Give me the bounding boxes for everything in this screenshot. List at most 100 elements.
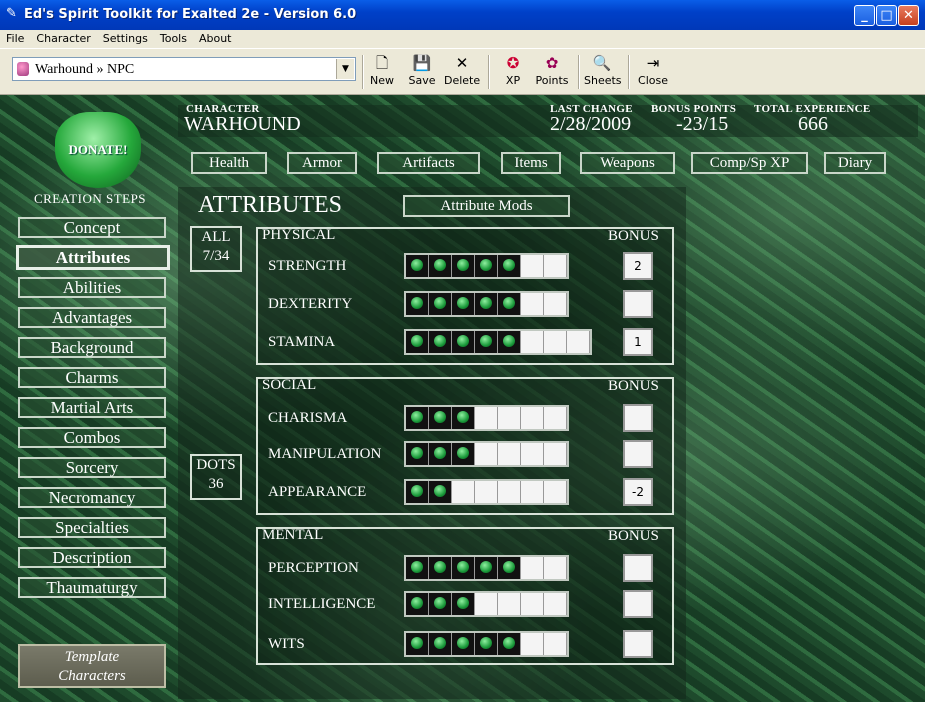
menu-about[interactable]: About (193, 30, 238, 45)
dot-filled[interactable] (452, 557, 475, 579)
dot-empty[interactable] (544, 593, 567, 615)
dot-empty[interactable] (544, 443, 567, 465)
donate-button[interactable]: DONATE! (55, 112, 141, 188)
step-advantages[interactable]: Advantages (18, 307, 166, 328)
dot-filled[interactable] (429, 443, 452, 465)
dot-filled[interactable] (452, 443, 475, 465)
maximize-button[interactable]: □ (876, 5, 897, 26)
step-concept[interactable]: Concept (18, 217, 166, 238)
dot-filled[interactable] (452, 407, 475, 429)
title-bar[interactable]: ✎ Ed's Spirit Toolkit for Exalted 2e - V… (0, 0, 925, 30)
close-window-button[interactable]: ✕ (898, 5, 919, 26)
bonus-field-wits[interactable] (623, 630, 653, 658)
save-button[interactable]: 💾 Save (408, 52, 436, 92)
dot-filled[interactable] (498, 633, 521, 655)
dot-empty[interactable] (544, 407, 567, 429)
dot-filled[interactable] (429, 331, 452, 353)
step-sorcery[interactable]: Sorcery (18, 457, 166, 478)
step-description[interactable]: Description (18, 547, 166, 568)
tab-items[interactable]: Items (501, 152, 561, 174)
dot-empty[interactable] (498, 593, 521, 615)
dot-empty[interactable] (521, 407, 544, 429)
dot-filled[interactable] (475, 255, 498, 277)
step-background[interactable]: Background (18, 337, 166, 358)
bonus-field-manipulation[interactable] (623, 440, 653, 468)
dot-filled[interactable] (452, 633, 475, 655)
step-necromancy[interactable]: Necromancy (18, 487, 166, 508)
dot-empty[interactable] (521, 255, 544, 277)
close-character-button[interactable]: ⇥ Close (638, 52, 668, 92)
dot-empty[interactable] (452, 481, 475, 503)
dot-filled[interactable] (475, 633, 498, 655)
dot-filled[interactable] (429, 633, 452, 655)
tab-comp-sp-xp[interactable]: Comp/Sp XP (691, 152, 808, 174)
dot-filled[interactable] (498, 293, 521, 315)
tab-armor[interactable]: Armor (287, 152, 357, 174)
bonus-field-strength[interactable]: 2 (623, 252, 653, 280)
bonus-field-appearance[interactable]: -2 (623, 478, 653, 506)
dot-filled[interactable] (429, 407, 452, 429)
dot-empty[interactable] (498, 407, 521, 429)
dot-filled[interactable] (429, 293, 452, 315)
tab-weapons[interactable]: Weapons (580, 152, 675, 174)
dot-empty[interactable] (475, 481, 498, 503)
dot-filled[interactable] (498, 255, 521, 277)
step-combos[interactable]: Combos (18, 427, 166, 448)
sheets-button[interactable]: 🔍 Sheets (584, 52, 622, 92)
dot-filled[interactable] (406, 557, 429, 579)
bonus-field-intelligence[interactable] (623, 590, 653, 618)
dot-empty[interactable] (498, 481, 521, 503)
dot-filled[interactable] (429, 557, 452, 579)
dot-filled[interactable] (452, 293, 475, 315)
dot-filled[interactable] (406, 593, 429, 615)
dot-empty[interactable] (498, 443, 521, 465)
dot-filled[interactable] (406, 331, 429, 353)
chevron-down-icon[interactable]: ▼ (336, 59, 354, 79)
dot-empty[interactable] (521, 633, 544, 655)
dot-filled[interactable] (406, 407, 429, 429)
minimize-button[interactable]: _ (854, 5, 875, 26)
template-characters-button[interactable]: Template Characters (18, 644, 166, 688)
step-martial-arts[interactable]: Martial Arts (18, 397, 166, 418)
step-attributes[interactable]: Attributes (16, 245, 170, 270)
dot-filled[interactable] (429, 481, 452, 503)
dot-filled[interactable] (406, 443, 429, 465)
bonus-field-stamina[interactable]: 1 (623, 328, 653, 356)
dot-empty[interactable] (521, 481, 544, 503)
dot-empty[interactable] (475, 443, 498, 465)
tab-diary[interactable]: Diary (824, 152, 886, 174)
dot-empty[interactable] (475, 593, 498, 615)
dot-empty[interactable] (544, 633, 567, 655)
dot-empty[interactable] (544, 557, 567, 579)
dot-empty[interactable] (521, 443, 544, 465)
bonus-field-dexterity[interactable] (623, 290, 653, 318)
dot-filled[interactable] (406, 255, 429, 277)
dot-empty[interactable] (544, 293, 567, 315)
dot-filled[interactable] (406, 633, 429, 655)
dot-filled[interactable] (475, 557, 498, 579)
step-charms[interactable]: Charms (18, 367, 166, 388)
menu-file[interactable]: File (0, 30, 30, 45)
dot-filled[interactable] (429, 593, 452, 615)
dot-empty[interactable] (521, 293, 544, 315)
dot-filled[interactable] (452, 255, 475, 277)
dot-empty[interactable] (521, 331, 544, 353)
bonus-field-charisma[interactable] (623, 404, 653, 432)
dot-filled[interactable] (475, 293, 498, 315)
dot-filled[interactable] (406, 481, 429, 503)
dot-empty[interactable] (544, 331, 567, 353)
menu-character[interactable]: Character (30, 30, 96, 45)
step-specialties[interactable]: Specialties (18, 517, 166, 538)
dot-filled[interactable] (498, 557, 521, 579)
new-button[interactable]: 🗋 New (370, 52, 394, 92)
step-abilities[interactable]: Abilities (18, 277, 166, 298)
attribute-mods-button[interactable]: Attribute Mods (403, 195, 570, 217)
bonus-field-perception[interactable] (623, 554, 653, 582)
dot-filled[interactable] (452, 331, 475, 353)
dot-filled[interactable] (475, 331, 498, 353)
dot-empty[interactable] (521, 557, 544, 579)
points-button[interactable]: ✿ Points (534, 52, 570, 92)
dot-filled[interactable] (406, 293, 429, 315)
dot-empty[interactable] (567, 331, 590, 353)
dot-empty[interactable] (544, 255, 567, 277)
